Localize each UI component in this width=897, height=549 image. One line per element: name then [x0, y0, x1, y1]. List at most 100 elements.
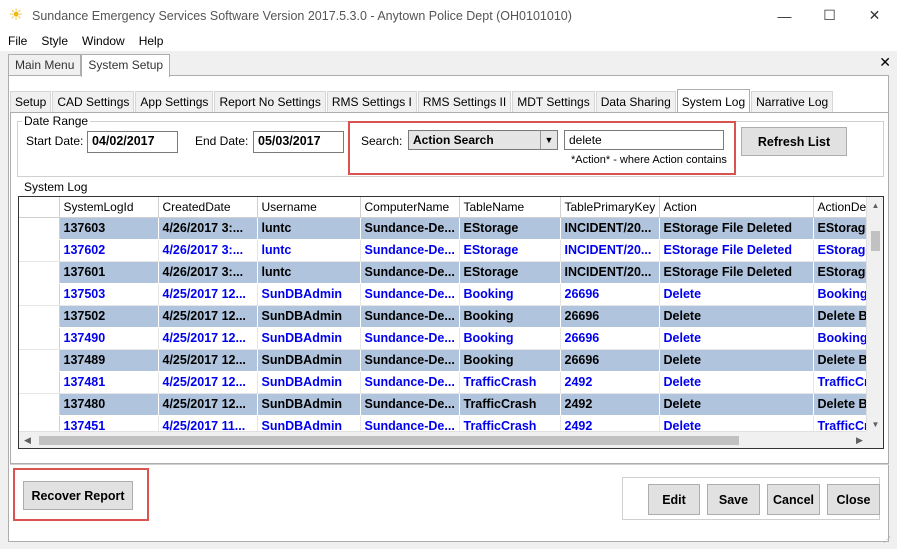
table-cell[interactable]: Sundance-De...	[360, 283, 460, 306]
table-cell[interactable]: 4/26/2017 3:...	[158, 217, 258, 240]
tab-cad-settings[interactable]: CAD Settings	[52, 91, 135, 112]
row-header[interactable]	[19, 349, 60, 372]
tab-mdt-settings[interactable]: MDT Settings	[512, 91, 595, 112]
tab-setup[interactable]: Setup	[10, 91, 52, 112]
table-cell[interactable]: Sundance-De...	[360, 239, 460, 262]
minimize-button[interactable]: —	[762, 0, 807, 31]
scroll-thumb[interactable]	[871, 231, 880, 251]
tab-app-settings[interactable]: App Settings	[135, 91, 214, 112]
table-cell[interactable]: 137490	[59, 327, 159, 350]
table-cell[interactable]: Booking	[459, 327, 561, 350]
table-cell[interactable]: TrafficCrash	[459, 371, 561, 394]
table-cell[interactable]: EStorage	[459, 217, 561, 240]
tab-main-menu[interactable]: Main Menu	[8, 54, 82, 76]
table-cell[interactable]: 137481	[59, 371, 159, 394]
table-cell[interactable]: SunDBAdmin	[257, 305, 361, 328]
row-header[interactable]	[19, 261, 60, 284]
table-cell[interactable]: Sundance-De...	[360, 327, 460, 350]
save-button[interactable]: Save	[707, 484, 760, 515]
table-cell[interactable]: 4/25/2017 12...	[158, 327, 258, 350]
table-cell[interactable]: EStorage File Deleted	[659, 217, 814, 240]
hscroll-thumb[interactable]	[39, 436, 739, 445]
row-header[interactable]	[19, 371, 60, 394]
tab-system-log[interactable]: System Log	[676, 89, 751, 112]
tab-rms-settings-1[interactable]: RMS Settings I	[326, 91, 417, 112]
tab-report-no-settings[interactable]: Report No Settings	[214, 91, 326, 112]
row-header[interactable]	[19, 283, 60, 306]
col-header[interactable]: TableName	[459, 197, 561, 218]
table-cell[interactable]: Sundance-De...	[360, 217, 460, 240]
resize-grip-icon[interactable]: ⋰	[883, 535, 893, 545]
col-header[interactable]: SystemLogId	[59, 197, 159, 218]
table-cell[interactable]: Sundance-De...	[360, 393, 460, 416]
table-cell[interactable]: 137489	[59, 349, 159, 372]
table-row[interactable]: 137502 4/25/2017 12... SunDBAdmin Sundance-…	[19, 305, 874, 328]
table-cell[interactable]: Booking	[813, 283, 874, 306]
edit-button[interactable]: Edit	[648, 484, 700, 515]
table-cell[interactable]: 137503	[59, 283, 159, 306]
row-header[interactable]	[19, 305, 60, 328]
maximize-button[interactable]: ☐	[807, 0, 852, 31]
menu-style[interactable]: Style	[34, 34, 75, 48]
table-cell[interactable]: 2492	[560, 393, 660, 416]
tab-narrative-log[interactable]: Narrative Log	[751, 91, 834, 112]
close-button[interactable]: Close	[827, 484, 880, 515]
table-cell[interactable]: 4/25/2017 12...	[158, 371, 258, 394]
col-header[interactable]: TablePrimaryKey	[560, 197, 660, 218]
table-row[interactable]: 137503 4/25/2017 12... SunDBAdmin Sundance-…	[19, 283, 874, 306]
start-date-field[interactable]: 04/02/2017	[87, 131, 178, 153]
table-cell[interactable]: 2492	[560, 371, 660, 394]
table-cell[interactable]: 4/25/2017 12...	[158, 283, 258, 306]
table-cell[interactable]: INCIDENT/20...	[560, 261, 660, 284]
tab-data-sharing[interactable]: Data Sharing	[595, 91, 676, 112]
table-cell[interactable]: 137602	[59, 239, 159, 262]
table-cell[interactable]: EStorage File Deleted	[659, 261, 814, 284]
table-cell[interactable]: Delete	[659, 349, 814, 372]
table-cell[interactable]: luntc	[257, 217, 361, 240]
col-header[interactable]: Username	[257, 197, 361, 218]
menu-window[interactable]: Window	[75, 34, 132, 48]
table-cell[interactable]: 4/25/2017 12...	[158, 349, 258, 372]
table-cell[interactable]: Delete	[659, 305, 814, 328]
tab-rms-settings-2[interactable]: RMS Settings II	[417, 91, 512, 112]
table-row[interactable]: 137602 4/26/2017 3:... luntc Sundance-De...…	[19, 239, 874, 262]
table-cell[interactable]: Sundance-De...	[360, 371, 460, 394]
col-header[interactable]: ActionDe	[813, 197, 874, 218]
table-row[interactable]: 137481 4/25/2017 12... SunDBAdmin Sundance-…	[19, 371, 874, 394]
table-cell[interactable]: EStorage File Deleted	[659, 239, 814, 262]
table-cell[interactable]: Delete B	[813, 349, 874, 372]
scroll-up-icon[interactable]: ▲	[867, 197, 883, 214]
table-cell[interactable]: TrafficCrash	[459, 393, 561, 416]
table-cell[interactable]: Delete B	[813, 305, 874, 328]
vertical-scrollbar[interactable]: ▲ ▼	[866, 197, 883, 433]
table-row[interactable]: 137480 4/25/2017 12... SunDBAdmin Sundance-…	[19, 393, 874, 416]
table-cell[interactable]: 4/25/2017 12...	[158, 305, 258, 328]
table-cell[interactable]: 26696	[560, 349, 660, 372]
col-header[interactable]: CreatedDate	[158, 197, 258, 218]
tab-system-setup[interactable]: System Setup	[81, 54, 171, 77]
table-cell[interactable]: Booking	[459, 305, 561, 328]
table-cell[interactable]: EStorage	[813, 217, 874, 240]
table-cell[interactable]: 26696	[560, 283, 660, 306]
table-cell[interactable]: Delete	[659, 393, 814, 416]
horizontal-scrollbar[interactable]: ◀ ▶	[19, 431, 868, 448]
table-cell[interactable]: luntc	[257, 261, 361, 284]
table-cell[interactable]: TrafficCr	[813, 371, 874, 394]
refresh-list-button[interactable]: Refresh List	[741, 127, 847, 156]
table-cell[interactable]: Sundance-De...	[360, 261, 460, 284]
table-cell[interactable]: Delete	[659, 283, 814, 306]
table-cell[interactable]: INCIDENT/20...	[560, 217, 660, 240]
menu-help[interactable]: Help	[132, 34, 171, 48]
table-cell[interactable]: 4/25/2017 12...	[158, 393, 258, 416]
table-cell[interactable]: Booking	[459, 349, 561, 372]
table-cell[interactable]: SunDBAdmin	[257, 283, 361, 306]
table-row[interactable]: 137603 4/26/2017 3:... luntc Sundance-De...…	[19, 217, 874, 240]
row-header[interactable]	[19, 239, 60, 262]
scroll-left-icon[interactable]: ◀	[19, 432, 36, 448]
table-cell[interactable]: 137603	[59, 217, 159, 240]
cancel-button[interactable]: Cancel	[767, 484, 820, 515]
row-header[interactable]	[19, 393, 60, 416]
table-cell[interactable]: Delete	[659, 327, 814, 350]
table-cell[interactable]: Sundance-De...	[360, 305, 460, 328]
table-cell[interactable]: EStorage	[813, 261, 874, 284]
